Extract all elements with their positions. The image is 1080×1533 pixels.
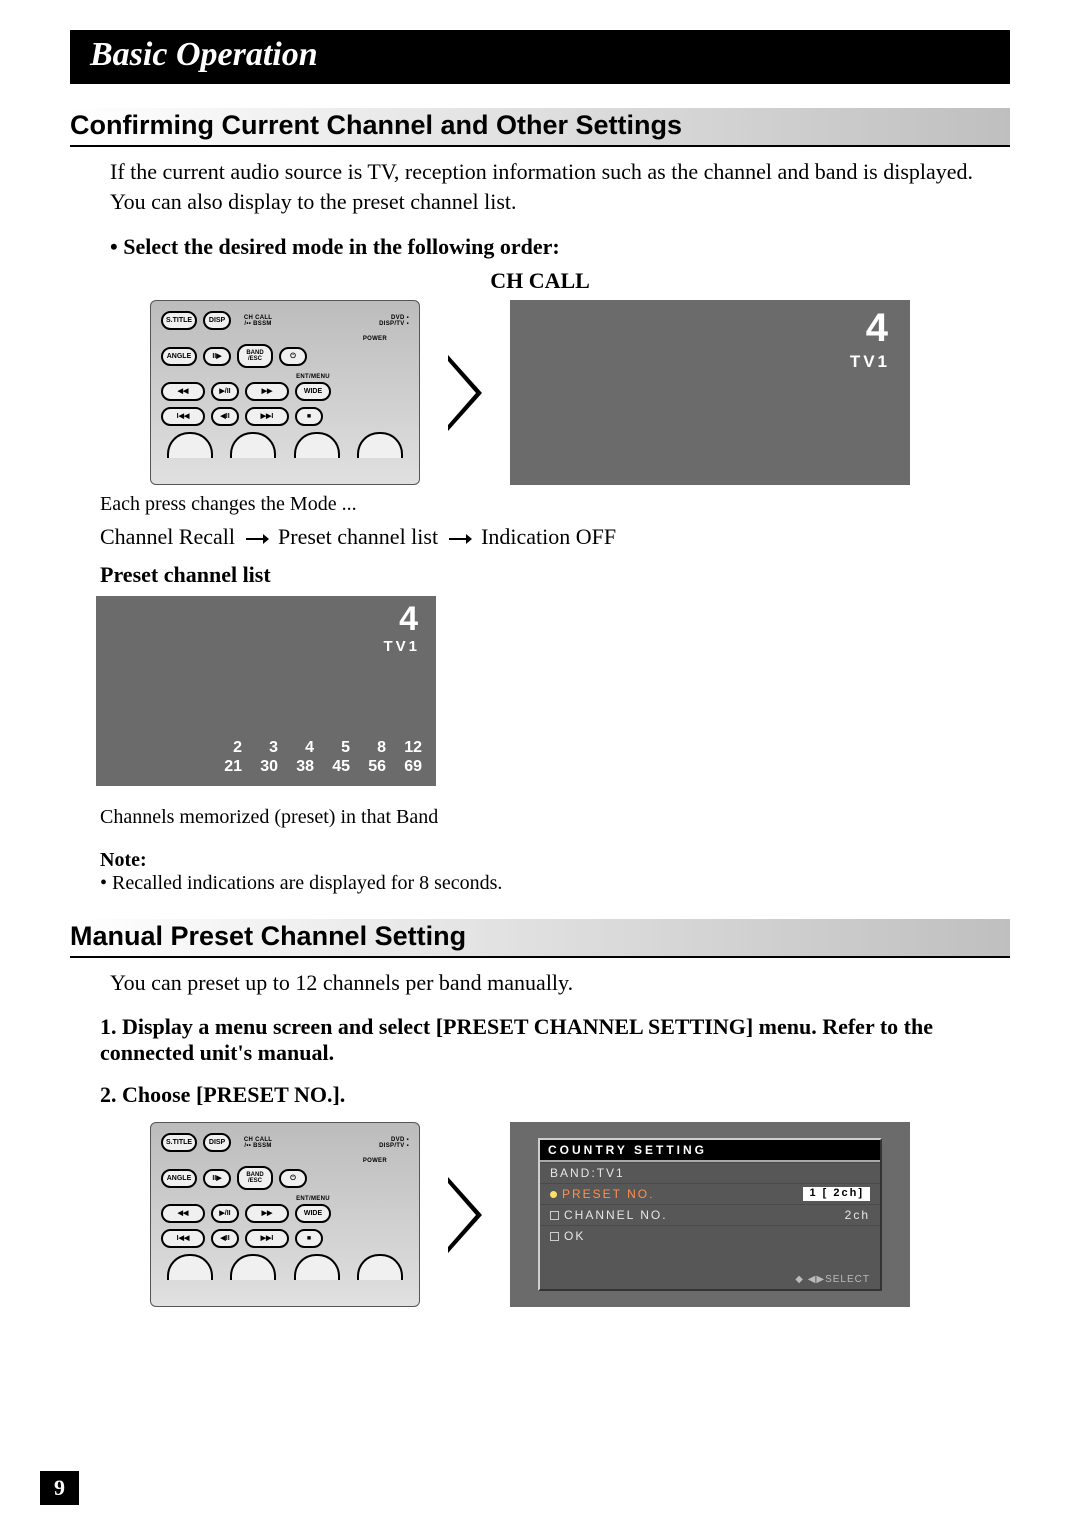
intro-text: If the current audio source is TV, recep… — [110, 157, 1010, 216]
note-item: • Recalled indications are displayed for… — [100, 872, 1010, 895]
arc-button — [167, 1254, 213, 1280]
arc-button — [230, 432, 276, 458]
ch-call-label: CH CALL — [70, 268, 1010, 294]
manual-intro: You can preset up to 12 channels per ban… — [110, 968, 1010, 998]
arrow-right-icon — [245, 533, 269, 545]
arc-button — [294, 1254, 340, 1280]
power-button: ⏻ — [279, 347, 307, 366]
bssm-label: /•• BSSM — [237, 321, 279, 327]
angle-button: ANGLE — [161, 1169, 197, 1188]
prev-button: I◀◀ — [161, 407, 205, 426]
power-label: POWER — [161, 1158, 387, 1164]
preset-values: 2345812 213038455669 — [206, 738, 422, 776]
step-1: 1. Display a menu screen and select [PRE… — [100, 1014, 1010, 1066]
arc-button — [357, 1254, 403, 1280]
step-left-button: ◀II — [211, 1229, 239, 1248]
display-band: TV1 — [383, 638, 420, 655]
band-esc-button: BAND/ESC — [237, 1166, 273, 1190]
rew-button: ◀◀ — [161, 1204, 205, 1223]
step-2: 2. Choose [PRESET NO.]. — [100, 1082, 1010, 1108]
arrow-right-icon — [448, 355, 482, 431]
arc-button — [230, 1254, 276, 1280]
preset-caption: Channels memorized (preset) in that Band — [100, 806, 1010, 829]
chapter-banner: Basic Operation — [70, 30, 1010, 84]
entmenu-label: ENT/MENU — [217, 1196, 409, 1202]
mode-caption: Each press changes the Mode ... — [100, 493, 1010, 516]
menu-display: COUNTRY SETTING BAND:TV1 PRESET NO. 1 [ … — [510, 1122, 910, 1307]
tv-display-preset-list: 4 TV1 2345812 213038455669 — [96, 596, 436, 786]
angle-button: ANGLE — [161, 347, 197, 366]
menu-row-ok: OK — [540, 1225, 880, 1246]
remote-illustration: S.TITLE DISP CH CALL /•• BSSM DVD ▪ DISP… — [150, 300, 420, 485]
pause-play-button: II▶ — [203, 1169, 231, 1188]
display-channel-number: 4 — [866, 306, 888, 351]
menu-title: COUNTRY SETTING — [540, 1140, 880, 1162]
menu-row-preset: PRESET NO. 1 [ 2ch] — [540, 1183, 880, 1204]
menu-row-band: BAND:TV1 — [540, 1162, 880, 1183]
ff-button: ▶▶ — [245, 1204, 289, 1223]
bullet-select-mode: • Select the desired mode in the followi… — [110, 234, 1010, 260]
display-channel-number: 4 — [399, 600, 418, 639]
prev-button: I◀◀ — [161, 1229, 205, 1248]
stitle-button: S.TITLE — [161, 1133, 197, 1152]
next-button: ▶▶I — [245, 407, 289, 426]
band-esc-button: BAND/ESC — [237, 344, 273, 368]
stitle-button: S.TITLE — [161, 311, 197, 330]
menu-row-channel: CHANNEL NO. 2ch — [540, 1204, 880, 1225]
arrow-right-icon — [448, 1177, 482, 1253]
entmenu-label: ENT/MENU — [217, 374, 409, 380]
menu-footer-hint: ◆ ◀▶SELECT — [795, 1274, 870, 1285]
disptv-label: DISP/TV ▪ — [379, 1143, 409, 1149]
wide-button: WIDE — [295, 382, 331, 401]
tv-display-recall: 4 TV1 — [510, 300, 910, 485]
arrow-right-icon — [448, 533, 472, 545]
playpause-button: ▶/II — [211, 1204, 239, 1223]
page-number: 9 — [40, 1471, 79, 1505]
stop-button: ■ — [295, 1229, 323, 1248]
arc-button — [167, 432, 213, 458]
pause-play-button: II▶ — [203, 347, 231, 366]
step-left-button: ◀II — [211, 407, 239, 426]
stop-button: ■ — [295, 407, 323, 426]
mode-sequence: Channel Recall Preset channel list Indic… — [100, 524, 1010, 550]
ff-button: ▶▶ — [245, 382, 289, 401]
disp-button: DISP — [203, 1133, 231, 1152]
next-button: ▶▶I — [245, 1229, 289, 1248]
arc-button — [294, 432, 340, 458]
note-label: Note: — [100, 849, 1010, 872]
bssm-label: /•• BSSM — [237, 1143, 279, 1149]
playpause-button: ▶/II — [211, 382, 239, 401]
arc-button — [357, 432, 403, 458]
section-heading-manual: Manual Preset Channel Setting — [70, 919, 1010, 958]
power-label: POWER — [161, 336, 387, 342]
preset-list-heading: Preset channel list — [100, 562, 1010, 588]
rew-button: ◀◀ — [161, 382, 205, 401]
disptv-label: DISP/TV ▪ — [379, 321, 409, 327]
display-band: TV1 — [850, 352, 890, 372]
remote-illustration: S.TITLE DISP CH CALL /•• BSSM DVD ▪ DISP… — [150, 1122, 420, 1307]
wide-button: WIDE — [295, 1204, 331, 1223]
disp-button: DISP — [203, 311, 231, 330]
power-button: ⏻ — [279, 1169, 307, 1188]
section-heading-confirm: Confirming Current Channel and Other Set… — [70, 108, 1010, 147]
